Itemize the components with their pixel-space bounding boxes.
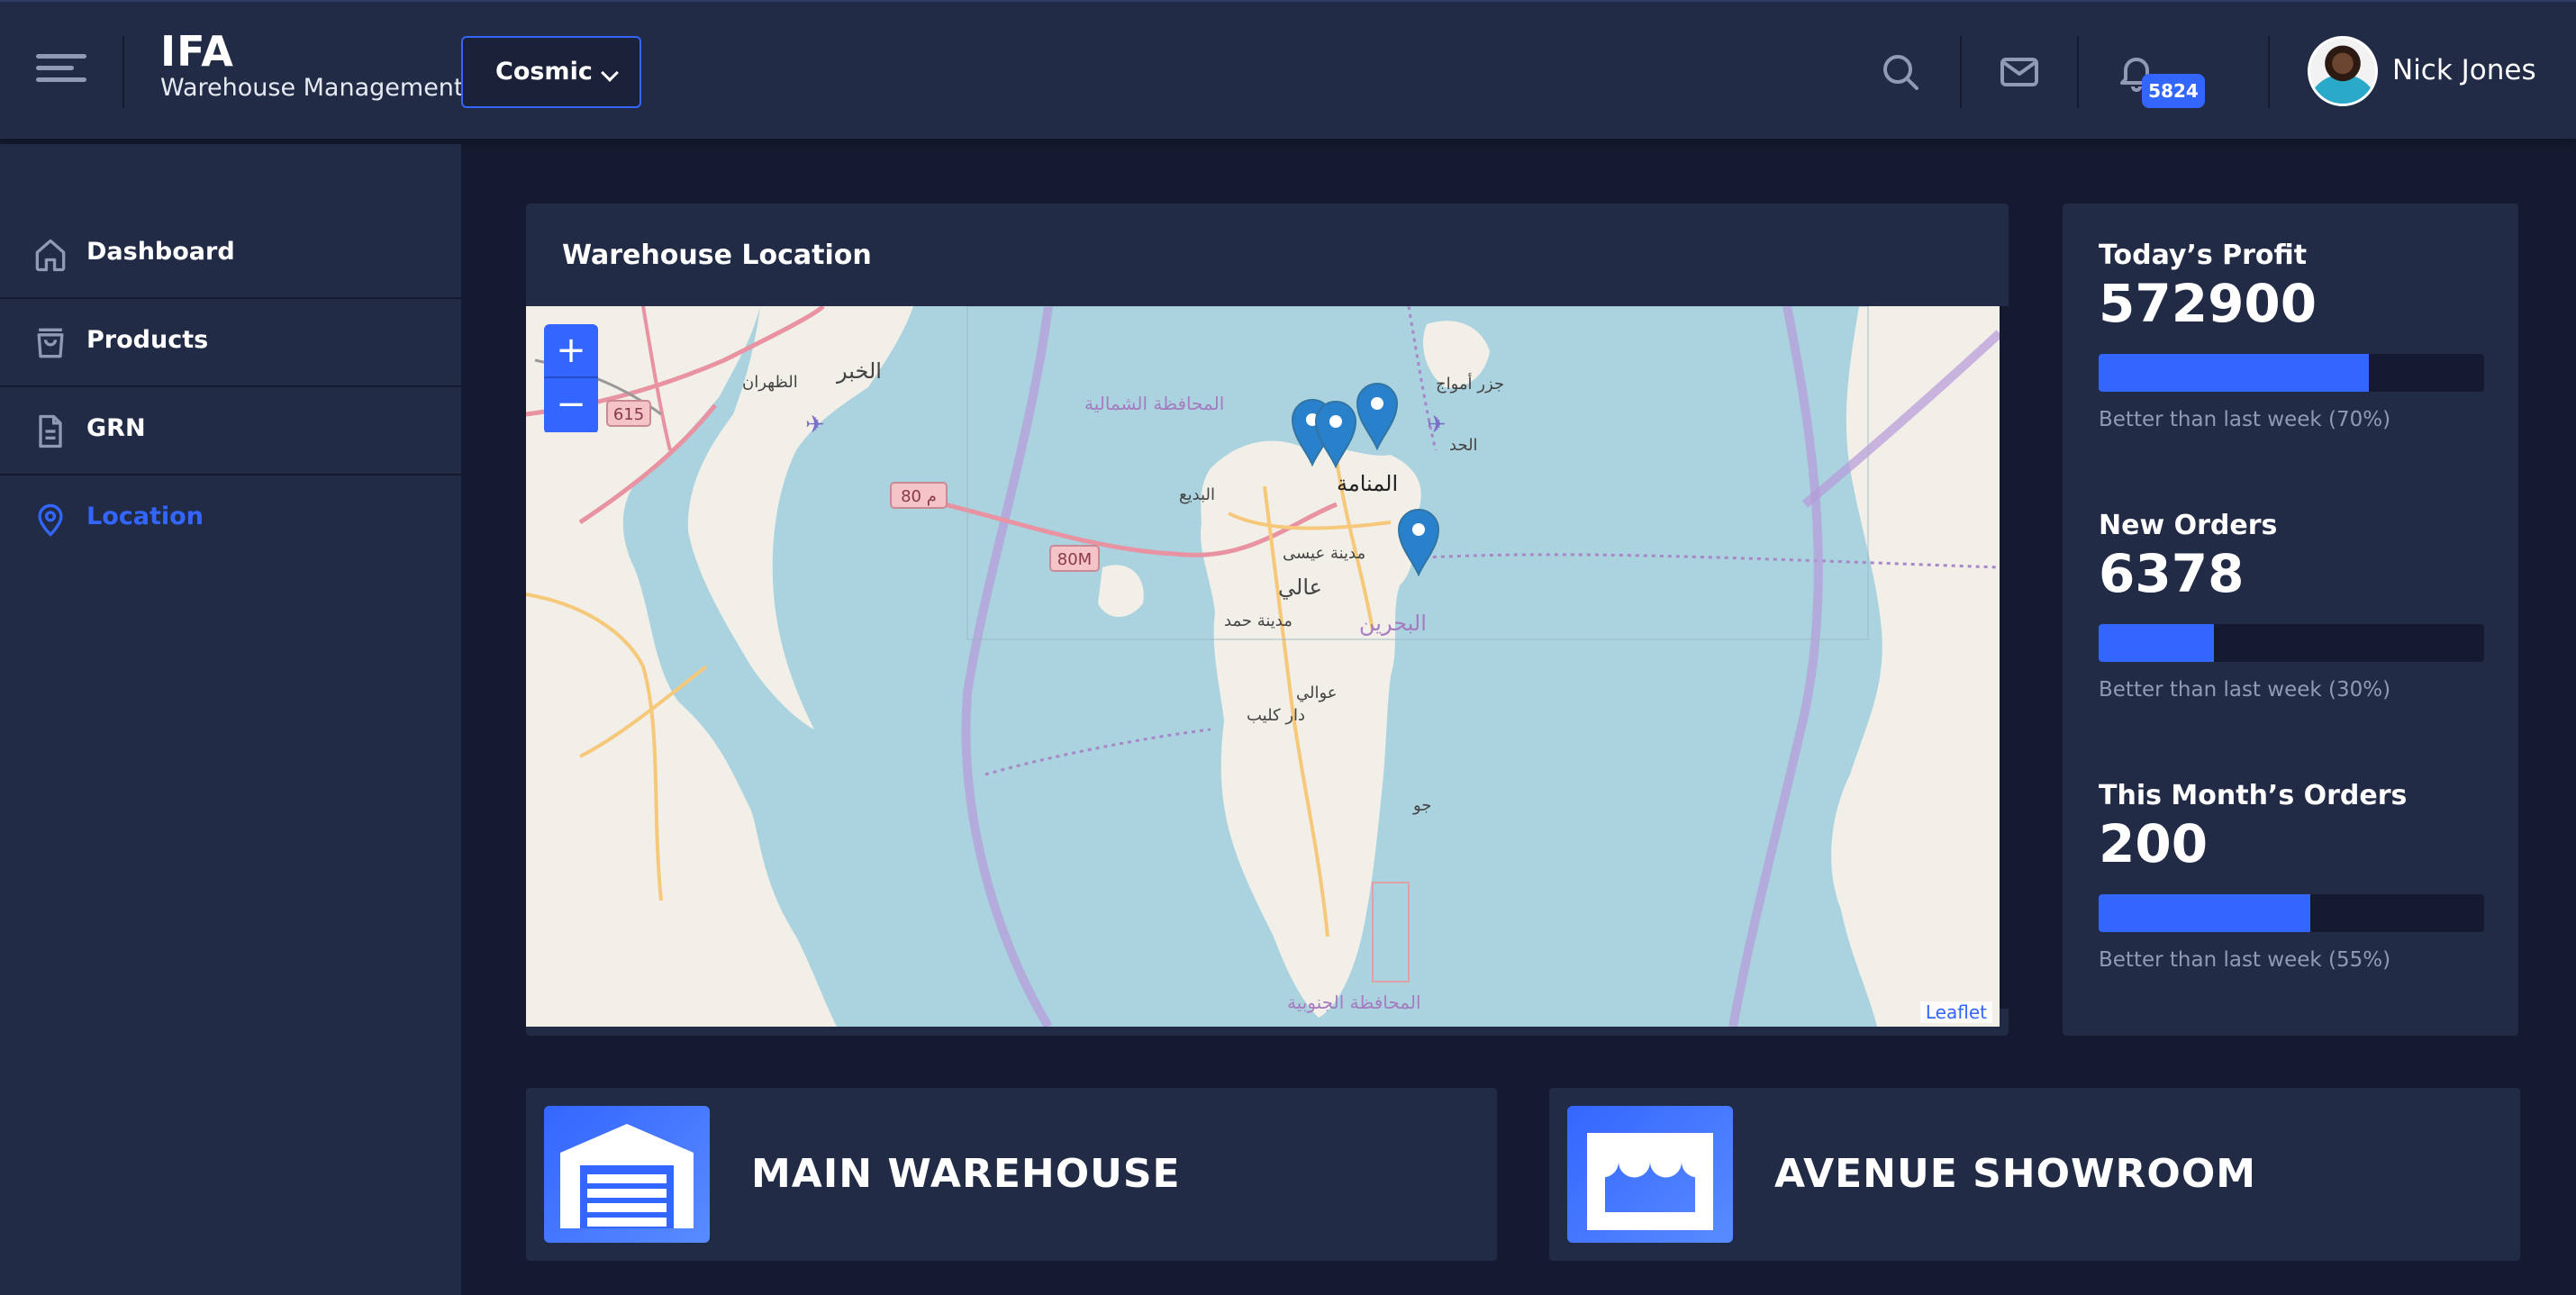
search-icon[interactable]	[1879, 50, 1922, 94]
svg-text:دار كليب: دار كليب	[1247, 706, 1305, 725]
sidebar-item-label: Dashboard	[86, 238, 235, 266]
storefront-icon	[1567, 1106, 1733, 1243]
warehouse-icon	[544, 1106, 710, 1243]
progress-bar	[2099, 624, 2484, 662]
sidebar-item-label: Location	[86, 503, 204, 530]
svg-text:✈: ✈	[1427, 412, 1447, 439]
pin-icon	[38, 503, 63, 537]
svg-text:المحافظة الجنوبية: المحافظة الجنوبية	[1287, 992, 1421, 1013]
svg-text:المحافظة الشمالية: المحافظة الشمالية	[1084, 393, 1224, 414]
svg-text:البديع: البديع	[1179, 485, 1215, 504]
svg-text:المنامة: المنامة	[1337, 471, 1398, 496]
user-name[interactable]: Nick Jones	[2392, 54, 2536, 86]
stat-note: Better than last week (30%)	[2099, 678, 2391, 702]
theme-select[interactable]: Cosmic	[461, 36, 641, 108]
svg-text:مدينة حمد: مدينة حمد	[1224, 611, 1293, 630]
svg-text:الخبر: الخبر	[836, 358, 882, 384]
location-card-avenue-showroom[interactable]: AVENUE SHOWROOM	[1549, 1088, 2520, 1261]
svg-text:البحرين: البحرين	[1359, 611, 1427, 636]
shopping-bag-icon	[37, 328, 64, 358]
svg-text:جو: جو	[1412, 796, 1431, 815]
menu-icon[interactable]	[36, 54, 86, 92]
map-tiles: 615 80 م 80M الخبر الظهران المحافظة الشم…	[526, 306, 2000, 1027]
map-scrollbar[interactable]	[2000, 306, 2009, 1009]
header-divider	[2077, 36, 2079, 108]
stat-month-orders: This Month’s Orders 200 Better than last…	[2099, 780, 2484, 972]
stat-note: Better than last week (55%)	[2099, 948, 2391, 972]
svg-text:عوالي: عوالي	[1296, 684, 1338, 702]
app-title: IFA	[160, 27, 234, 76]
sidebar-item-location[interactable]: Location	[0, 475, 461, 564]
svg-text:الحد: الحد	[1449, 436, 1478, 455]
progress-fill	[2099, 354, 2369, 392]
app-logo[interactable]: IFA Warehouse Management	[160, 29, 464, 103]
warehouse-location-card: Warehouse Location 615 80 م 80M الخبر ال…	[526, 204, 2009, 1036]
svg-text:80M: 80M	[1057, 550, 1092, 569]
progress-bar	[2099, 354, 2484, 392]
chevron-down-icon	[601, 64, 619, 82]
mail-icon[interactable]	[1998, 50, 2041, 94]
svg-text:80 م: 80 م	[901, 487, 937, 506]
progress-fill	[2099, 624, 2215, 662]
stat-label: Today’s Profit	[2099, 240, 2308, 271]
stat-note: Better than last week (70%)	[2099, 408, 2391, 431]
map[interactable]: 615 80 م 80M الخبر الظهران المحافظة الشم…	[526, 306, 2000, 1027]
progress-bar	[2099, 894, 2484, 932]
stat-new-orders: New Orders 6378 Better than last week (3…	[2099, 510, 2484, 702]
svg-text:عالي: عالي	[1278, 575, 1322, 600]
svg-text:مدينة عيسى: مدينة عيسى	[1283, 544, 1365, 563]
map-attribution-link[interactable]: Leaflet	[1919, 1001, 1992, 1023]
location-name: MAIN WAREHOUSE	[751, 1151, 1181, 1197]
zoom-control: + −	[544, 324, 598, 434]
header-divider	[1960, 36, 1962, 108]
card-title: Warehouse Location	[562, 240, 872, 271]
location-name: AVENUE SHOWROOM	[1774, 1151, 2257, 1197]
stat-label: New Orders	[2099, 510, 2278, 541]
svg-text:جزر أمواج: جزر أمواج	[1436, 373, 1504, 394]
app-subtitle: Warehouse Management	[160, 74, 464, 102]
stat-label: This Month’s Orders	[2099, 780, 2408, 811]
stat-value: 572900	[2099, 273, 2317, 334]
theme-select-value: Cosmic	[495, 58, 593, 86]
svg-text:615: 615	[613, 405, 644, 424]
map-marker[interactable]	[1396, 506, 1441, 576]
file-text-icon	[39, 414, 62, 448]
sidebar-item-label: Products	[86, 326, 209, 354]
avatar[interactable]	[2308, 36, 2378, 106]
zoom-in-button[interactable]: +	[544, 324, 598, 378]
zoom-out-button[interactable]: −	[544, 378, 598, 432]
sidebar-item-dashboard[interactable]: Dashboard	[0, 211, 461, 299]
notification-badge: 5824	[2142, 74, 2205, 108]
home-icon	[35, 239, 66, 272]
map-marker[interactable]	[1313, 398, 1358, 468]
sidebar: Dashboard Products GRN Location	[0, 144, 461, 1295]
stat-value: 6378	[2099, 543, 2245, 604]
sidebar-item-grn[interactable]: GRN	[0, 387, 461, 475]
location-card-main-warehouse[interactable]: MAIN WAREHOUSE	[526, 1088, 1497, 1261]
sidebar-item-label: GRN	[86, 414, 146, 442]
stat-value: 200	[2099, 813, 2209, 874]
progress-fill	[2099, 894, 2311, 932]
svg-text:✈: ✈	[805, 412, 825, 439]
map-marker[interactable]	[1355, 380, 1400, 450]
sidebar-item-products[interactable]: Products	[0, 299, 461, 387]
stat-todays-profit: Today’s Profit 572900 Better than last w…	[2099, 240, 2484, 431]
top-header: IFA Warehouse Management Cosmic 5824 Nic…	[0, 0, 2576, 139]
header-divider	[2268, 36, 2270, 108]
stats-card: Today’s Profit 572900 Better than last w…	[2063, 204, 2518, 1036]
header-divider	[122, 36, 124, 108]
svg-text:الظهران: الظهران	[742, 373, 798, 392]
